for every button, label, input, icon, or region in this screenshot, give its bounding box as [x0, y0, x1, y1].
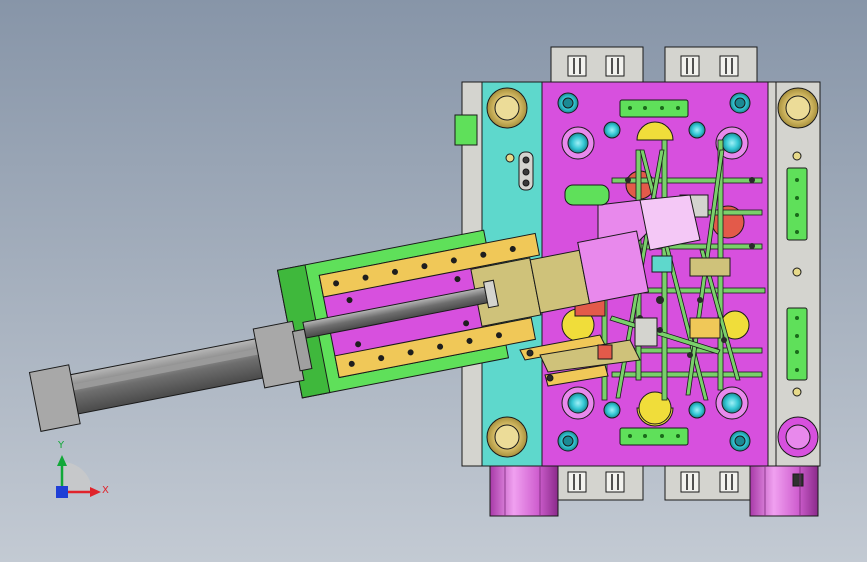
triad-labels: Y X	[38, 438, 118, 508]
bottom-clamp-block-right[interactable]	[664, 464, 758, 501]
support-pillar-left[interactable]	[489, 465, 559, 517]
support-plate-right[interactable]	[767, 81, 777, 467]
bottom-clamp-block-left[interactable]	[550, 464, 644, 501]
cad-viewport[interactable]: Y X	[0, 0, 867, 562]
side-lock-tab[interactable]	[454, 114, 478, 146]
support-pillar-right[interactable]	[749, 465, 819, 517]
top-clamp-block-left[interactable]	[550, 46, 644, 83]
top-clamp-block-right[interactable]	[664, 46, 758, 83]
mold-assembly-view[interactable]	[0, 0, 867, 562]
triad-y-label: Y	[58, 440, 65, 451]
triad-x-label: X	[102, 485, 109, 496]
